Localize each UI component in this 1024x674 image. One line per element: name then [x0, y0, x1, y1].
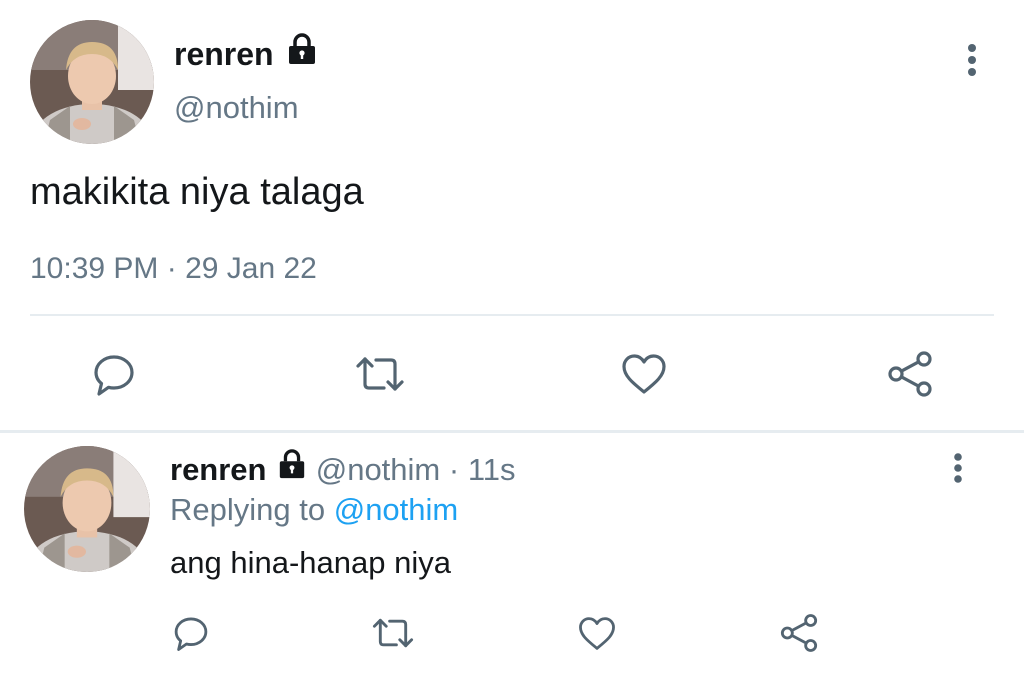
replying-to-handle[interactable]: @nothim — [334, 492, 459, 527]
reply-age[interactable]: 11s — [468, 452, 516, 487]
reply-display-name[interactable]: renren — [170, 452, 266, 487]
share-icon — [888, 351, 932, 397]
handle[interactable]: @nothim — [174, 88, 299, 128]
more-options-icon[interactable] — [956, 40, 988, 80]
retweet-button[interactable] — [352, 346, 408, 402]
reply-like-button[interactable] — [574, 610, 620, 656]
share-icon — [780, 614, 818, 652]
like-icon — [622, 354, 666, 394]
share-button[interactable] — [882, 346, 938, 402]
divider — [30, 314, 994, 316]
reply-more-options-icon[interactable] — [942, 448, 974, 488]
like-icon — [579, 616, 615, 650]
section-divider — [0, 430, 1024, 433]
reply-icon — [94, 355, 134, 396]
reply-text: ang hina-hanap niya — [170, 545, 451, 580]
timestamp[interactable]: 10:39 PM · 29 Jan 22 — [30, 250, 317, 288]
lock-icon — [277, 448, 307, 490]
display-name[interactable]: renren — [174, 32, 318, 75]
reply-reply-button[interactable] — [168, 610, 214, 656]
reply-share-button[interactable] — [776, 610, 822, 656]
reply-icon — [174, 617, 208, 651]
like-button[interactable] — [616, 346, 672, 402]
reply-handle[interactable]: @nothim — [316, 452, 441, 487]
reply-retweet-button[interactable] — [370, 610, 416, 656]
reply-header: renren @nothim · 11s — [170, 448, 516, 490]
retweet-icon — [372, 618, 414, 648]
tweet-text: makikita niya talaga — [30, 171, 364, 213]
meta-separator: · — [448, 452, 460, 487]
lock-icon — [286, 32, 318, 75]
avatar[interactable] — [30, 20, 154, 144]
reply-avatar[interactable] — [24, 446, 150, 572]
replying-to: Replying to @nothim — [170, 490, 458, 530]
replying-to-prefix: Replying to — [170, 492, 326, 527]
retweet-icon — [356, 357, 404, 391]
reply-button[interactable] — [86, 346, 142, 402]
display-name-text[interactable]: renren — [174, 36, 274, 72]
